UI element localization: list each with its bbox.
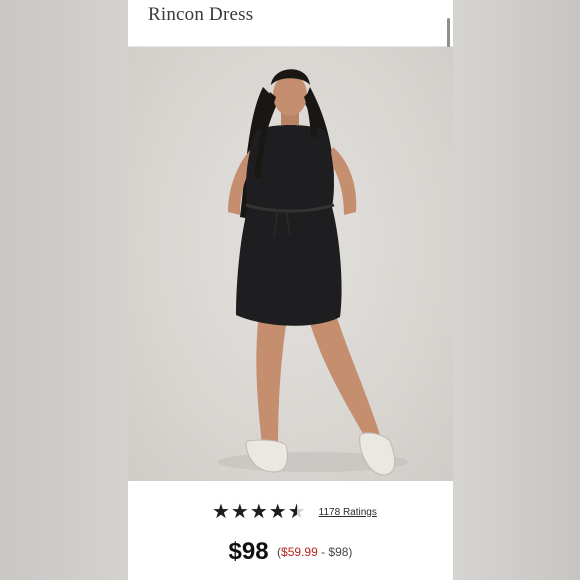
- product-image[interactable]: [128, 47, 453, 481]
- sale-price: $59.99: [281, 545, 318, 559]
- product-panel: Rincon Dress ★★★★★ ★★★★ 1178 Ratings $98…: [128, 0, 453, 580]
- rating-row: ★★★★★ ★★★★★ 1178 Ratings: [212, 502, 377, 522]
- price-range-rest: - $98): [317, 545, 353, 559]
- product-info: ★★★★★ ★★★★★ 1178 Ratings $98 ($59.99 - $…: [128, 482, 453, 580]
- price: $98: [228, 538, 269, 565]
- stars-filled: ★★★★★: [212, 502, 297, 522]
- ratings-link[interactable]: 1178 Ratings: [319, 507, 377, 518]
- model-illustration: [218, 69, 408, 476]
- product-title: Rincon Dress: [148, 4, 254, 25]
- title-bar: Rincon Dress: [128, 0, 453, 47]
- price-range: ($59.99 - $98): [277, 545, 352, 559]
- star-rating: ★★★★★ ★★★★★: [212, 502, 307, 522]
- price-row: $98 ($59.99 - $98): [128, 538, 453, 566]
